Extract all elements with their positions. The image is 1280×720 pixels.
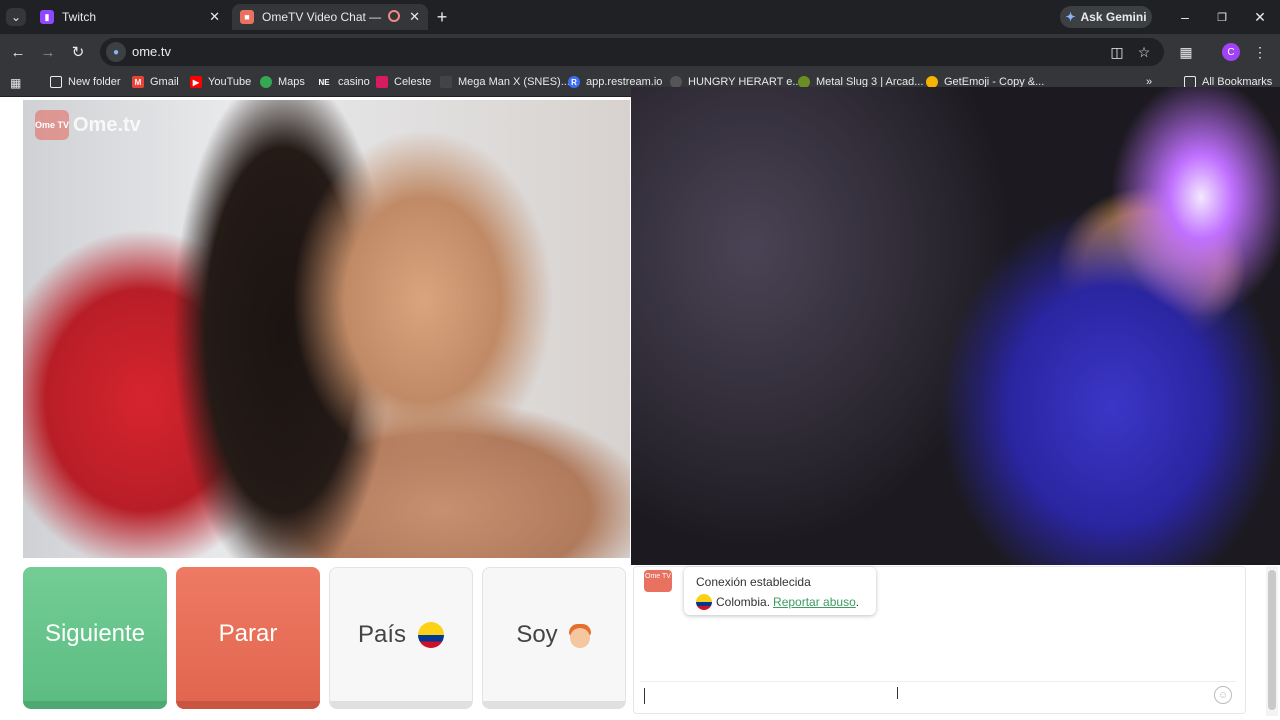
country-line: Colombia. Reportar abuso .: [696, 594, 859, 610]
ometv-tv-icon: Ome TV: [35, 110, 69, 140]
gmail-icon: M: [132, 76, 144, 88]
puzzle-icon: ▦: [1179, 43, 1193, 60]
reload-button[interactable]: ↻: [68, 42, 88, 62]
bookmark-new-folder[interactable]: New folder: [50, 76, 121, 88]
apps-button[interactable]: ▦: [10, 76, 21, 90]
bookmark-youtube[interactable]: ▶ YouTube: [190, 76, 251, 88]
smiley-icon[interactable]: ☺: [1214, 686, 1232, 704]
self-video: [631, 87, 1280, 565]
kebab-menu-icon: ⋮: [1253, 43, 1267, 60]
maps-icon: [260, 76, 272, 88]
bookmark-star-button[interactable]: ☆: [1134, 42, 1154, 62]
close-icon[interactable]: ✕: [409, 9, 420, 25]
ometv-logo: Ome TV Ome.tv: [35, 110, 141, 140]
bookmark-casino[interactable]: NE casino: [316, 76, 370, 88]
country-label: País: [357, 620, 407, 648]
bookmark-celeste[interactable]: Celeste: [376, 76, 431, 88]
country-filter-button[interactable]: País: [329, 567, 473, 709]
restore-icon: ❐: [1217, 11, 1227, 24]
ometv-icon: ■: [240, 10, 254, 24]
tab-search-button[interactable]: ⌄: [6, 8, 26, 26]
gender-label: Soy: [516, 620, 558, 648]
country-name: Colombia.: [716, 595, 771, 609]
install-icon: ◫: [1110, 43, 1124, 60]
star-icon: ☆: [1137, 43, 1151, 60]
bookmark-label: Mega Man X (SNES)...: [458, 76, 570, 88]
folder-icon: [50, 76, 62, 88]
minimize-button[interactable]: –: [1170, 6, 1200, 28]
megaman-icon: [440, 76, 452, 88]
next-button[interactable]: Siguiente: [23, 567, 167, 709]
tab-bar: ⌄ ▮ Twitch ✕ ■ OmeTV Video Chat — Ome ✕ …: [0, 0, 1280, 34]
bookmark-label: Gmail: [150, 76, 179, 88]
close-icon[interactable]: ✕: [209, 9, 220, 25]
close-icon: ✕: [1254, 8, 1266, 25]
url-text: ome.tv: [132, 44, 172, 59]
bookmark-label: Celeste: [394, 76, 432, 88]
bookmark-label: casino: [338, 76, 370, 88]
stop-label: Parar: [218, 620, 278, 647]
menu-button[interactable]: ⋮: [1250, 42, 1270, 62]
connection-status: Conexión establecida: [696, 575, 811, 589]
next-label: Siguiente: [44, 620, 146, 647]
chat-message-input[interactable]: ☺: [640, 681, 1236, 708]
ometv-page: Ome TV Ome.tv Siguiente Parar País Soy O…: [0, 87, 1280, 720]
colombia-flag-icon: [696, 594, 712, 610]
twitch-icon: ▮: [40, 10, 54, 24]
ask-gemini-button[interactable]: ✦ Ask Gemini: [1060, 6, 1152, 28]
arrow-left-icon: ←: [10, 43, 26, 61]
back-button[interactable]: ←: [8, 42, 28, 62]
ometv-chat-icon: Ome TV: [644, 570, 672, 592]
address-bar[interactable]: ● ome.tv: [100, 38, 1164, 66]
scrollbar-thumb[interactable]: [1268, 570, 1276, 710]
tab-title: OmeTV Video Chat — Ome: [262, 10, 384, 24]
grid-icon: ▦: [10, 76, 22, 90]
tab-ometv[interactable]: ■ OmeTV Video Chat — Ome ✕: [232, 4, 428, 30]
close-window-button[interactable]: ✕: [1245, 6, 1275, 28]
ne-icon: NE: [318, 77, 330, 87]
youtube-icon: ▶: [190, 76, 202, 88]
chevron-down-icon: ⌄: [10, 10, 22, 24]
bookmark-label: YouTube: [208, 76, 252, 88]
mouse-ibeam-cursor: [897, 687, 898, 699]
page-scrollbar[interactable]: [1266, 566, 1278, 716]
report-abuse-link[interactable]: Reportar abuso: [773, 595, 856, 609]
bookmark-gmail[interactable]: M Gmail: [132, 76, 179, 88]
minimize-icon: –: [1181, 9, 1189, 25]
arrow-right-icon: →: [40, 43, 56, 61]
gemini-icon: ✦: [1065, 10, 1076, 24]
chat-panel: Ome TV Conexión establecida Colombia. Re…: [633, 566, 1246, 714]
plus-icon: +: [436, 6, 448, 27]
restream-icon: R: [568, 76, 580, 88]
profile-initial: C: [1227, 46, 1235, 58]
ask-gemini-label: Ask Gemini: [1080, 10, 1147, 24]
system-message: Conexión establecida Colombia. Reportar …: [684, 567, 876, 615]
bookmark-megaman[interactable]: Mega Man X (SNES)...: [440, 76, 570, 88]
tab-title: Twitch: [62, 10, 97, 24]
bookmark-maps[interactable]: Maps: [260, 76, 305, 88]
logo-text: Ome.tv: [73, 113, 141, 136]
site-info-icon[interactable]: ●: [106, 42, 126, 62]
extensions-button[interactable]: ▦: [1176, 42, 1196, 62]
stop-button[interactable]: Parar: [176, 567, 320, 709]
reload-icon: ↻: [71, 44, 85, 61]
recording-icon: [388, 10, 400, 22]
colombia-flag-icon: [418, 621, 445, 648]
maximize-button[interactable]: ❐: [1207, 6, 1237, 28]
text-caret: [644, 688, 645, 704]
new-tab-button[interactable]: +: [432, 6, 452, 28]
profile-avatar[interactable]: C: [1222, 43, 1240, 61]
bookmark-label: Maps: [278, 76, 305, 88]
stranger-video: Ome TV Ome.tv: [23, 100, 630, 558]
report-suffix: .: [855, 595, 860, 609]
gender-select-button[interactable]: Soy: [482, 567, 626, 709]
forward-button[interactable]: →: [38, 42, 58, 62]
boy-emoji-icon: [568, 622, 592, 648]
tab-twitch[interactable]: ▮ Twitch ✕: [32, 4, 228, 30]
install-app-button[interactable]: ◫: [1107, 42, 1127, 62]
bookmark-label: New folder: [68, 76, 121, 88]
celeste-icon: [376, 76, 388, 88]
browser-toolbar: ← → ↻ ● ome.tv ◫ ☆ ▦ C ⋮: [0, 34, 1280, 70]
